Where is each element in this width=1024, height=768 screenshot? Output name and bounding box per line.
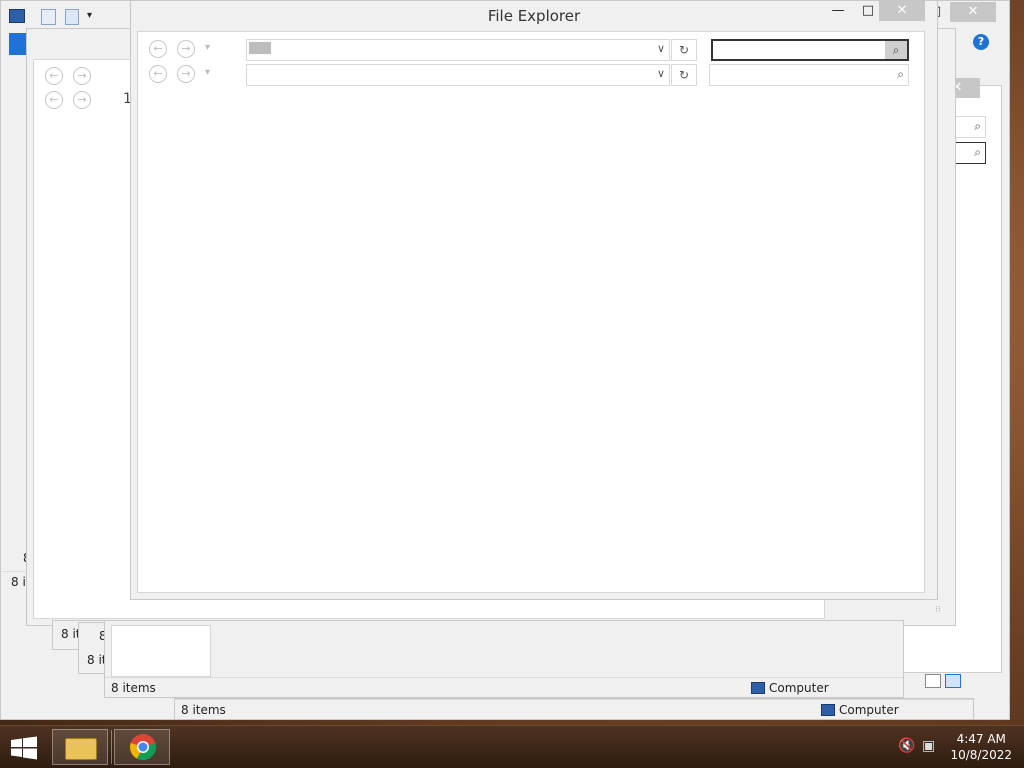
search-box[interactable]: ⌕ <box>711 39 909 61</box>
forward-button-2[interactable]: → <box>73 91 91 109</box>
forward-button[interactable]: → <box>177 40 195 58</box>
search-button[interactable]: ⌕ <box>885 41 907 59</box>
refresh-button-2[interactable]: ↻ <box>671 64 697 86</box>
forward-button-2[interactable]: → <box>177 65 195 83</box>
recent-locations-button-2[interactable]: ▾ <box>205 67 210 78</box>
list-view-icon[interactable] <box>925 674 941 688</box>
status-bar-a: 8 items Computer <box>105 677 903 697</box>
quick-access-toolbar: ▾ <box>7 7 117 27</box>
status-items-a: 8 items <box>111 681 156 695</box>
forward-button[interactable]: → <box>73 67 91 85</box>
address-location-icon <box>249 42 271 54</box>
ribbon-file-tab[interactable] <box>9 33 27 55</box>
details-view-icon[interactable] <box>945 674 961 688</box>
clock-date: 10/8/2022 <box>950 748 1012 762</box>
address-bar[interactable]: ∨ <box>246 39 670 61</box>
computer-icon <box>821 704 835 716</box>
properties-icon[interactable] <box>41 9 56 25</box>
new-folder-icon[interactable] <box>65 9 79 25</box>
back-button-2[interactable]: ← <box>45 91 63 109</box>
close-button[interactable]: ✕ <box>879 1 925 21</box>
volume-muted-icon[interactable]: 🔇 <box>898 738 915 754</box>
customize-toolbar-icon[interactable]: ▾ <box>87 10 92 21</box>
status-computer-a: Computer <box>769 681 829 695</box>
status-items-b: 8 items <box>181 703 226 717</box>
search-icon: ⌕ <box>974 145 981 159</box>
address-dropdown-icon[interactable]: ∨ <box>657 42 665 55</box>
address-bar-2[interactable]: ∨ <box>246 64 670 86</box>
chrome-icon <box>130 734 156 761</box>
status-corner-grip[interactable]: ⁝⁝ <box>935 605 949 615</box>
network-icon[interactable]: ▣ <box>922 738 935 754</box>
taskbar: 🔇 ▣ 4:47 AM 10/8/2022 <box>0 725 1024 768</box>
computer-icon[interactable] <box>9 9 25 23</box>
search-box-2[interactable]: ⌕ <box>709 64 909 86</box>
window-title: File Explorer <box>487 7 581 25</box>
status-computer-b: Computer <box>839 703 899 717</box>
back-button[interactable]: ← <box>149 40 167 58</box>
folder-icon <box>65 738 97 760</box>
search-icon: ⌕ <box>897 67 904 81</box>
recent-locations-button[interactable]: ▾ <box>205 42 210 53</box>
main-window: File Explorer — □ ✕ ← → ▾ ∨ ↻ ⌕ ← → ▾ ∨ … <box>130 0 938 600</box>
search-icon: ⌕ <box>974 119 981 133</box>
refresh-button[interactable]: ↻ <box>671 39 697 61</box>
minimize-button[interactable]: — <box>821 1 855 21</box>
windows-logo-icon <box>11 736 37 760</box>
taskbar-file-explorer[interactable] <box>52 729 112 765</box>
back-button-2[interactable]: ← <box>149 65 167 83</box>
taskbar-stack-edge <box>108 730 112 764</box>
taskbar-chrome[interactable] <box>114 729 170 765</box>
bg-window-items-b: 8 items Computer <box>174 698 974 720</box>
address-dropdown-icon[interactable]: ∨ <box>657 67 665 80</box>
main-client-area <box>137 31 925 593</box>
back-button[interactable]: ← <box>45 67 63 85</box>
help-button[interactable]: ? <box>973 34 989 50</box>
clock[interactable]: 4:47 AM 10/8/2022 <box>950 731 1012 763</box>
bg-window-items-a: 8 items Computer <box>104 620 904 698</box>
bg-items-a-client <box>111 625 211 677</box>
start-button[interactable] <box>10 736 38 760</box>
computer-icon <box>751 682 765 694</box>
status-bar-b: 8 items Computer <box>175 699 973 719</box>
close-button-bg[interactable]: ✕ <box>950 2 996 22</box>
clock-time: 4:47 AM <box>956 732 1006 746</box>
